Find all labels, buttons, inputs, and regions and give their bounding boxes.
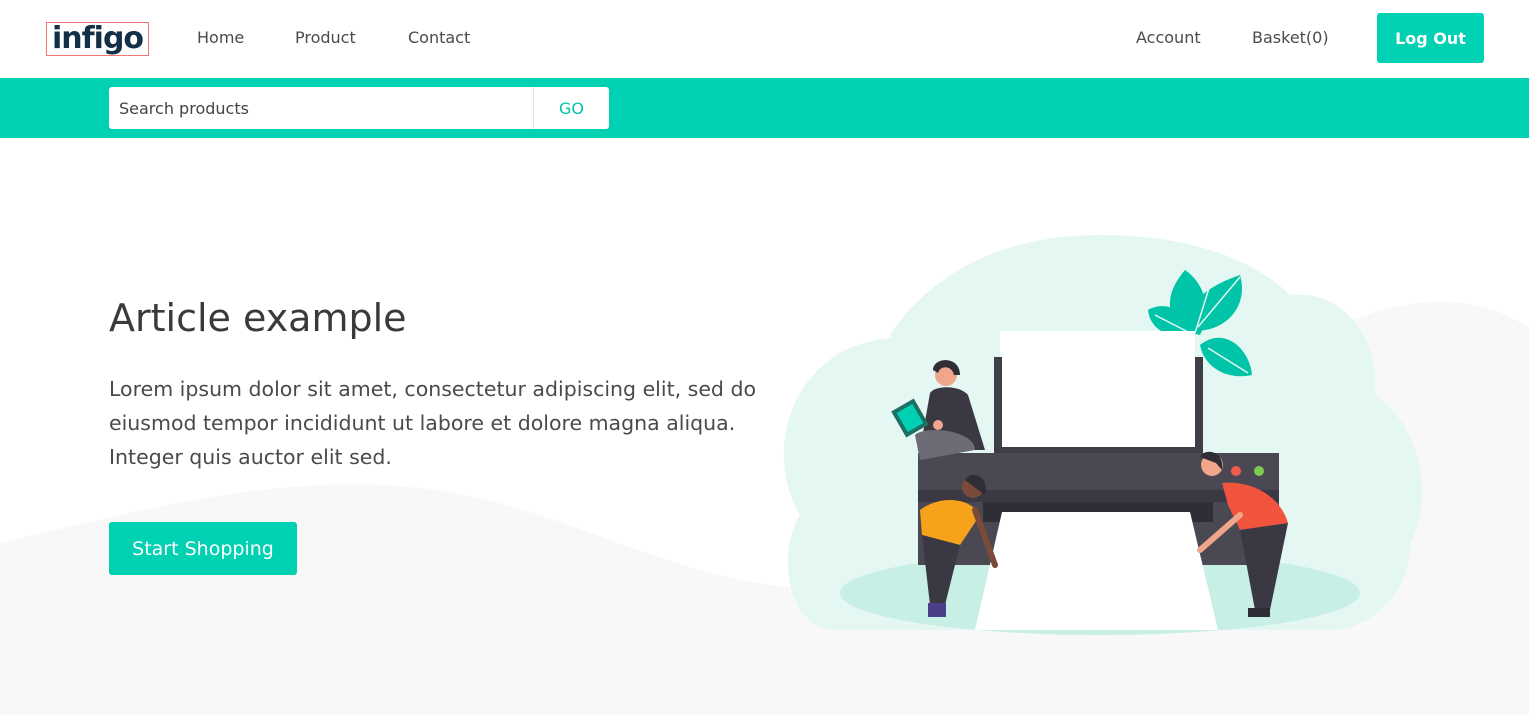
printer-people-illustration-icon: [783, 235, 1423, 635]
start-shopping-button[interactable]: Start Shopping: [109, 522, 297, 575]
brand-logo[interactable]: infigo: [46, 22, 149, 56]
search-form: GO: [109, 87, 609, 129]
brand-logo-text: infigo: [51, 21, 144, 56]
search-go-button[interactable]: GO: [533, 87, 609, 129]
nav-product-link[interactable]: Product: [295, 27, 356, 49]
nav-home-link[interactable]: Home: [197, 27, 244, 49]
nav-contact-link[interactable]: Contact: [408, 27, 470, 49]
hero-description: Lorem ipsum dolor sit amet, consectetur …: [109, 377, 757, 469]
top-header: infigo Home Product Contact Account Bask…: [0, 0, 1529, 78]
nav-basket-link[interactable]: Basket(0): [1252, 27, 1329, 49]
search-input[interactable]: [109, 87, 533, 129]
logout-button[interactable]: Log Out: [1377, 13, 1484, 63]
nav-account-link[interactable]: Account: [1136, 27, 1201, 49]
hero-title: Article example: [109, 296, 407, 340]
search-bar: GO: [0, 78, 1529, 138]
